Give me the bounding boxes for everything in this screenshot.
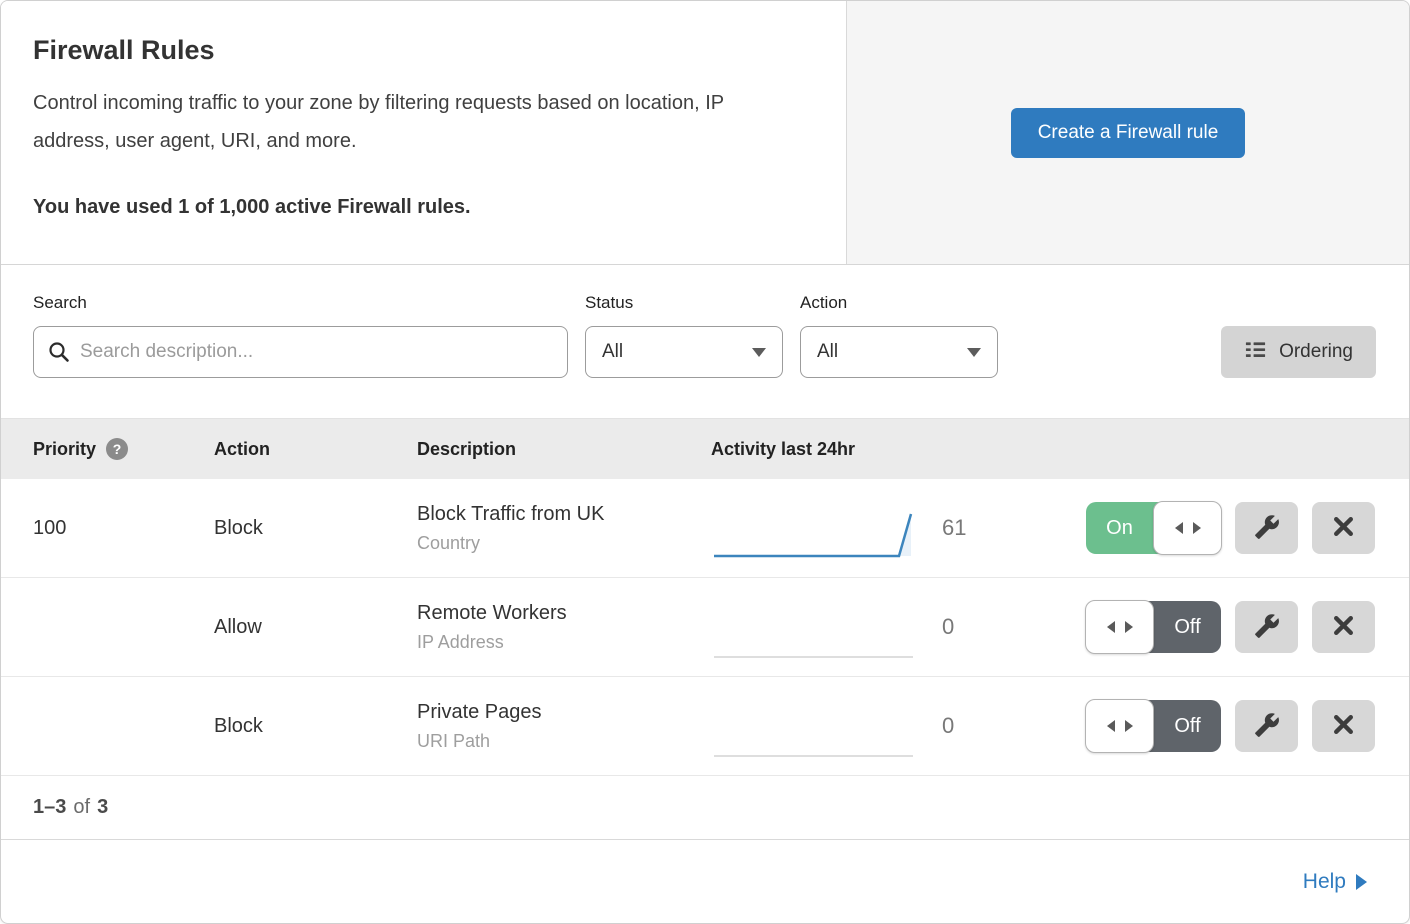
row-controls: On [1086,502,1410,554]
edit-rule-button[interactable] [1235,601,1298,653]
toggle-knob[interactable] [1153,501,1222,555]
column-header-description: Description [417,439,711,460]
edit-rule-button[interactable] [1235,502,1298,554]
table-header-row: Priority ? Action Description Activity l… [1,418,1409,479]
priority-value: 100 [1,517,214,540]
close-icon [1331,613,1356,641]
chevron-down-icon [967,348,981,357]
page-title: Firewall Rules [33,35,806,66]
toggle-state-label: On [1086,502,1153,554]
action-value: Block [214,715,417,738]
action-value: Allow [214,616,417,639]
activity-count: 61 [942,515,966,541]
column-header-priority: Priority ? [1,438,214,460]
list-icon [1244,338,1267,367]
table-row: 100 Block Block Traffic from UK Country … [1,479,1409,578]
table-row: Allow Remote Workers IP Address 0 Off [1,578,1409,677]
activity-count: 0 [942,713,954,739]
description-cell: Remote Workers IP Address [417,602,711,653]
activity-sparkline [711,506,916,564]
filter-bar: Search Status All Action All [1,265,1409,418]
help-link-label: Help [1303,870,1346,894]
row-controls: Off [1086,601,1410,653]
close-icon [1331,712,1356,740]
pagination-range: 1–3 [33,796,66,819]
usage-note: You have used 1 of 1,000 active Firewall… [33,196,806,219]
search-label: Search [33,293,568,313]
column-header-activity: Activity last 24hr [711,439,1086,460]
toggle-state-label: Off [1154,700,1221,752]
rule-enabled-toggle[interactable]: Off [1086,601,1221,653]
arrow-right-icon [1193,522,1201,534]
search-input[interactable] [33,326,568,378]
rule-match-type: IP Address [417,632,711,653]
rule-description: Remote Workers [417,602,711,625]
priority-help-icon[interactable]: ? [106,438,128,460]
table-row: Block Private Pages URI Path 0 Off [1,677,1409,776]
rule-description: Block Traffic from UK [417,503,711,526]
toggle-knob[interactable] [1085,699,1154,753]
activity-cell: 0 [711,697,1086,755]
ordering-button[interactable]: Ordering [1221,326,1376,378]
arrow-left-icon [1175,522,1183,534]
action-select[interactable]: All [800,326,998,378]
arrow-right-icon [1125,621,1133,633]
firewall-rules-panel: Firewall Rules Control incoming traffic … [0,0,1410,924]
wrench-icon [1254,613,1280,642]
delete-rule-button[interactable] [1312,502,1375,554]
header-section: Firewall Rules Control incoming traffic … [1,1,1409,265]
wrench-icon [1254,514,1280,543]
pagination-summary: 1–3 of 3 [1,776,1409,840]
activity-count: 0 [942,614,954,640]
ordering-button-label: Ordering [1279,341,1353,363]
page-description: Control incoming traffic to your zone by… [33,84,803,160]
status-select[interactable]: All [585,326,783,378]
toggle-knob[interactable] [1085,600,1154,654]
row-controls: Off [1086,700,1410,752]
action-label: Action [800,293,998,313]
activity-sparkline [711,605,916,663]
close-icon [1331,514,1356,542]
activity-cell: 61 [711,499,1086,557]
arrow-left-icon [1107,621,1115,633]
create-firewall-rule-button[interactable]: Create a Firewall rule [1011,108,1246,158]
description-cell: Private Pages URI Path [417,701,711,752]
status-select-value: All [602,341,623,363]
column-header-action: Action [214,439,417,460]
wrench-icon [1254,712,1280,741]
arrow-right-icon [1125,720,1133,732]
arrow-left-icon [1107,720,1115,732]
search-group: Search [33,293,568,378]
edit-rule-button[interactable] [1235,700,1298,752]
header-action-panel: Create a Firewall rule [846,1,1409,264]
help-link[interactable]: Help [1303,870,1367,894]
description-cell: Block Traffic from UK Country [417,503,711,554]
status-label: Status [585,293,783,313]
rule-match-type: Country [417,533,711,554]
toggle-state-label: Off [1154,601,1221,653]
delete-rule-button[interactable] [1312,700,1375,752]
action-select-value: All [817,341,838,363]
action-group: Action All [800,293,998,378]
rule-description: Private Pages [417,701,711,724]
activity-cell: 0 [711,598,1086,656]
action-value: Block [214,517,417,540]
search-icon [47,340,71,369]
arrow-right-icon [1356,874,1367,890]
rule-enabled-toggle[interactable]: On [1086,502,1221,554]
pagination-total: 3 [97,796,108,819]
activity-sparkline [711,704,916,762]
delete-rule-button[interactable] [1312,601,1375,653]
header-text-block: Firewall Rules Control incoming traffic … [1,1,846,264]
status-group: Status All [585,293,783,378]
rule-match-type: URI Path [417,731,711,752]
help-footer: Help [1,840,1409,923]
chevron-down-icon [752,348,766,357]
pagination-of-label: of [73,796,90,819]
rule-enabled-toggle[interactable]: Off [1086,700,1221,752]
